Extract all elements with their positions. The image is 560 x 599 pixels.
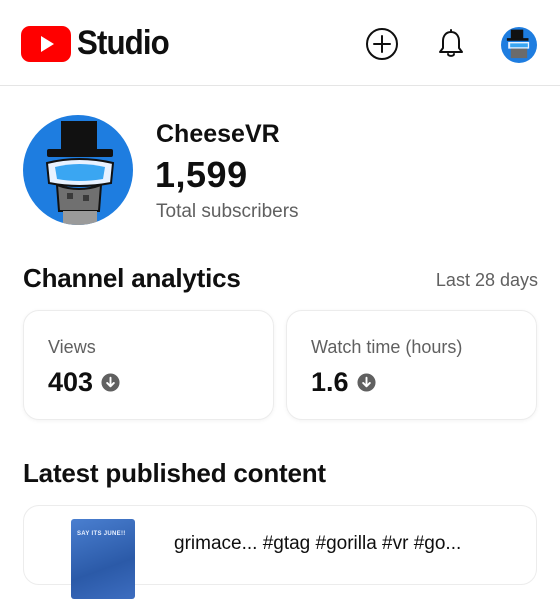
trend-down-icon bbox=[101, 373, 120, 392]
top-app-bar: Studio bbox=[0, 0, 560, 86]
subscriber-count-label: Total subscribers bbox=[156, 201, 299, 222]
watch-time-label: Watch time (hours) bbox=[311, 337, 463, 357]
video-thumbnail[interactable]: SAY ITS JUNE!! bbox=[71, 519, 135, 599]
views-value-row: 403 bbox=[48, 367, 120, 398]
trend-down-icon bbox=[357, 373, 376, 392]
date-range-label[interactable]: Last 28 days bbox=[436, 270, 538, 291]
thumbnail-text: SAY ITS JUNE!! bbox=[77, 531, 126, 537]
views-label: Views bbox=[48, 337, 96, 357]
account-avatar[interactable] bbox=[501, 27, 537, 63]
channel-avatar[interactable] bbox=[23, 115, 133, 225]
notifications-bell-icon[interactable] bbox=[434, 27, 468, 61]
latest-video-card[interactable]: SAY ITS JUNE!! grimace... #gtag #gorilla… bbox=[23, 505, 537, 599]
video-title[interactable]: grimace... #gtag #gorilla #vr #go... bbox=[174, 533, 514, 555]
create-icon[interactable] bbox=[365, 27, 399, 61]
subscriber-count: 1,599 bbox=[155, 154, 248, 195]
views-card[interactable]: Views 403 bbox=[23, 310, 274, 420]
youtube-studio-logo[interactable]: Studio bbox=[21, 24, 177, 63]
avatar-image-icon bbox=[501, 27, 537, 63]
watch-time-card[interactable]: Watch time (hours) 1.6 bbox=[286, 310, 537, 420]
channel-avatar-image-icon bbox=[23, 115, 133, 225]
watch-time-value-row: 1.6 bbox=[311, 367, 376, 398]
channel-name: CheeseVR bbox=[156, 120, 280, 148]
logo-text: Studio bbox=[77, 24, 170, 62]
latest-content-title: Latest published content bbox=[23, 458, 326, 488]
youtube-play-logo-icon bbox=[21, 25, 71, 62]
watch-time-value: 1.6 bbox=[311, 367, 349, 397]
channel-analytics-title: Channel analytics bbox=[23, 263, 241, 293]
views-value: 403 bbox=[48, 367, 94, 397]
